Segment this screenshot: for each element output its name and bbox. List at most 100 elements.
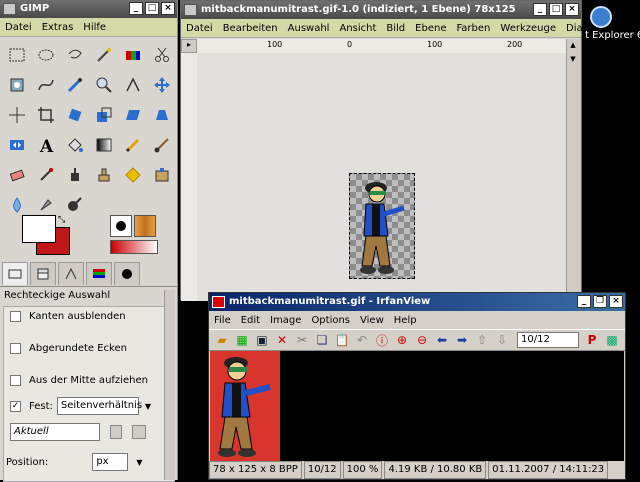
text-icon[interactable]: A xyxy=(31,130,60,160)
undo-icon[interactable]: ↶ xyxy=(353,331,371,349)
img-menu-werkzeuge[interactable]: Werkzeuge xyxy=(495,23,561,34)
irfan-menu-options[interactable]: Options xyxy=(306,315,355,326)
feather-edges-checkbox[interactable] xyxy=(10,311,21,322)
bucket-fill-icon[interactable] xyxy=(60,130,89,160)
image-minimize-icon[interactable]: _ xyxy=(533,3,547,16)
heal-icon[interactable] xyxy=(118,160,147,190)
color-select-icon[interactable] xyxy=(118,40,147,70)
img-menu-bild[interactable]: Bild xyxy=(381,23,410,34)
next-icon[interactable]: ➡ xyxy=(453,331,471,349)
image-canvas[interactable] xyxy=(197,53,567,301)
gimp-image-window-icon[interactable] xyxy=(184,4,197,16)
ink-icon[interactable] xyxy=(60,160,89,190)
irfan-viewer[interactable] xyxy=(210,351,624,461)
perspective-icon[interactable] xyxy=(147,100,176,130)
paths-tab[interactable] xyxy=(58,262,84,285)
image-layer[interactable] xyxy=(349,173,415,279)
irfan-titlebar[interactable]: mitbackmanumitrast.gif - IrfanView _ ❐ × xyxy=(209,293,625,311)
minimize-icon[interactable]: _ xyxy=(129,2,143,15)
ellipse-select-icon[interactable] xyxy=(31,40,60,70)
ruler-corner-icon[interactable]: ▸ xyxy=(181,39,197,53)
image-close-icon[interactable]: × xyxy=(565,3,579,16)
img-menu-auswahl[interactable]: Auswahl xyxy=(283,23,335,34)
paste-icon[interactable]: 📋 xyxy=(333,331,351,349)
close-icon[interactable]: × xyxy=(161,2,175,15)
flip-icon[interactable] xyxy=(2,130,31,160)
crop-icon[interactable] xyxy=(31,100,60,130)
vertical-ruler[interactable] xyxy=(181,53,198,301)
paths-icon[interactable] xyxy=(31,70,60,100)
save-icon[interactable]: ▣ xyxy=(253,331,271,349)
image-titlebar[interactable]: mitbackmanumitrast.gif-1.0 (indiziert, 1… xyxy=(181,1,581,19)
blend-icon[interactable] xyxy=(89,130,118,160)
paint-icon[interactable]: P xyxy=(583,331,601,349)
copy-icon[interactable]: ❏ xyxy=(313,331,331,349)
irfan-image[interactable] xyxy=(210,351,280,461)
scroll-up-icon[interactable]: ▲ xyxy=(568,41,578,51)
layers-tab[interactable] xyxy=(30,262,56,285)
lasso-icon[interactable] xyxy=(60,40,89,70)
eraser-icon[interactable] xyxy=(2,160,31,190)
irfan-menu-edit[interactable]: Edit xyxy=(236,315,265,326)
foreground-select-icon[interactable] xyxy=(2,70,31,100)
swap-colors-icon[interactable]: ⤡ xyxy=(58,215,68,225)
irfan-close-icon[interactable]: × xyxy=(609,295,623,308)
move-icon[interactable] xyxy=(147,70,176,100)
info-icon[interactable]: ⓘ xyxy=(373,331,391,349)
align-icon[interactable] xyxy=(2,100,31,130)
scissors-icon[interactable] xyxy=(147,40,176,70)
unit-select[interactable]: px xyxy=(92,453,129,471)
previous-icon[interactable]: ⬅ xyxy=(433,331,451,349)
img-menu-farben[interactable]: Farben xyxy=(451,23,495,34)
fg-bg-colors[interactable]: ⤡ xyxy=(22,215,72,259)
measure-icon[interactable] xyxy=(118,70,147,100)
tool-options-scrollbar[interactable] xyxy=(164,290,175,480)
brush-icon[interactable] xyxy=(110,215,132,237)
aspect-ratio-field[interactable]: Aktuell xyxy=(10,423,100,441)
zoom-in-icon[interactable]: ⊕ xyxy=(393,331,411,349)
fixed-checkbox[interactable]: ✓ xyxy=(10,400,21,412)
pattern-icon[interactable] xyxy=(134,215,156,237)
fixed-mode-select[interactable]: Seitenverhältnis xyxy=(56,397,142,415)
page-input[interactable]: 10/12 xyxy=(517,332,579,348)
cut-icon[interactable]: ✂ xyxy=(293,331,311,349)
toolbox-titlebar[interactable]: GIMP _ □ × xyxy=(0,0,177,18)
clone-icon[interactable] xyxy=(89,160,118,190)
img-menu-ebene[interactable]: Ebene xyxy=(410,23,451,34)
chain-link-icon[interactable] xyxy=(110,425,122,439)
gimp-window-icon[interactable] xyxy=(3,3,16,15)
rounded-corners-checkbox[interactable] xyxy=(10,343,21,354)
img-menu-bearbeiten[interactable]: Bearbeiten xyxy=(218,23,283,34)
img-menu-datei[interactable]: Datei xyxy=(181,23,218,34)
patterns-tab[interactable] xyxy=(114,262,140,285)
paintbrush-icon[interactable] xyxy=(147,130,176,160)
slideshow-icon[interactable]: ▦ xyxy=(233,331,251,349)
skin-icon[interactable]: ▩ xyxy=(603,331,621,349)
rect-select-icon[interactable] xyxy=(2,40,31,70)
color-picker-icon[interactable] xyxy=(60,70,89,100)
zoom-icon[interactable] xyxy=(89,70,118,100)
img-menu-ansicht[interactable]: Ansicht xyxy=(334,23,381,34)
irfan-minimize-icon[interactable]: _ xyxy=(577,295,591,308)
open-folder-icon[interactable]: ▰ xyxy=(213,331,231,349)
tool-options-tab[interactable] xyxy=(2,262,28,285)
internet-explorer-icon[interactable] xyxy=(590,6,612,28)
shear-icon[interactable] xyxy=(118,100,147,130)
rotate-icon[interactable] xyxy=(60,100,89,130)
horizontal-ruler[interactable]: 100 0 100 200 xyxy=(197,39,567,54)
menu-extras[interactable]: Extras xyxy=(37,22,79,33)
dropdown-arrow-icon[interactable]: ▼ xyxy=(145,402,151,411)
brushes-tab[interactable] xyxy=(86,262,112,285)
irfan-menu-file[interactable]: File xyxy=(209,315,236,326)
last-page-icon[interactable]: ⇩ xyxy=(493,331,511,349)
portrait-landscape-icon[interactable] xyxy=(132,425,146,439)
magic-wand-icon[interactable] xyxy=(89,40,118,70)
zoom-out-icon[interactable]: ⊖ xyxy=(413,331,431,349)
pencil-icon[interactable] xyxy=(118,130,147,160)
delete-icon[interactable]: ✕ xyxy=(273,331,291,349)
first-page-icon[interactable]: ⇧ xyxy=(473,331,491,349)
foreground-color-swatch[interactable] xyxy=(22,215,56,243)
irfan-menu-view[interactable]: View xyxy=(355,315,389,326)
menu-hilfe[interactable]: Hilfe xyxy=(78,22,111,33)
expand-center-checkbox[interactable] xyxy=(10,375,21,386)
